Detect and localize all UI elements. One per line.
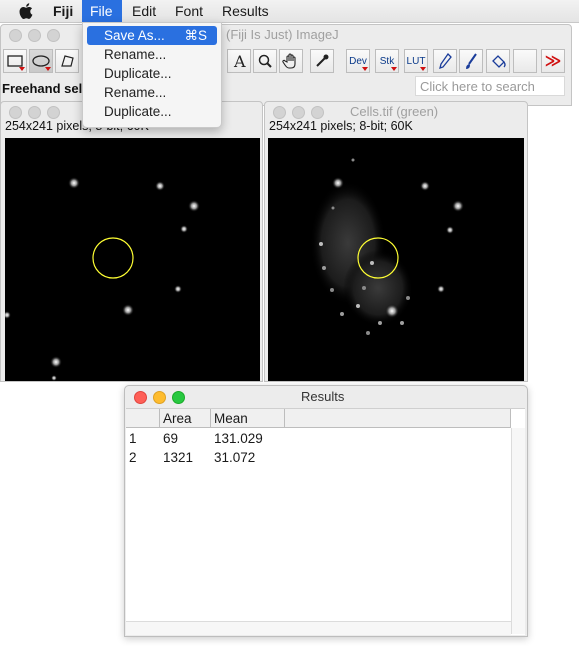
close-button[interactable] bbox=[273, 106, 286, 119]
minimize-button[interactable] bbox=[292, 106, 305, 119]
more-tools-button[interactable]: ≫ bbox=[541, 49, 565, 73]
selection-roi[interactable] bbox=[92, 237, 134, 279]
menu-item-rename[interactable]: Rename... bbox=[87, 83, 217, 102]
magnifier-icon bbox=[258, 54, 272, 68]
brush-tool-button[interactable] bbox=[459, 49, 483, 73]
mean-value: 131.029 bbox=[214, 431, 263, 446]
fiji-window-title: (Fiji Is Just) ImageJ bbox=[226, 27, 339, 42]
zoom-button[interactable] bbox=[47, 29, 60, 42]
results-table[interactable]: Area Mean 1 69 131.029 2 1321 31.072 bbox=[126, 408, 525, 635]
results-window-title: Results bbox=[301, 389, 345, 404]
eyedropper-icon bbox=[316, 54, 329, 67]
text-tool-icon: A bbox=[233, 53, 246, 69]
status-text: Freehand sele bbox=[2, 81, 90, 96]
vertical-scrollbar[interactable] bbox=[511, 428, 525, 634]
menu-bar: Fiji File Edit Font Results bbox=[0, 0, 579, 23]
image-window-left: 254x241 pixels; 8-bit; 60K bbox=[0, 101, 263, 382]
image-canvas[interactable] bbox=[268, 138, 524, 381]
minimize-button[interactable] bbox=[28, 29, 41, 42]
pencil-icon bbox=[439, 52, 452, 69]
zoom-tool-button[interactable] bbox=[253, 49, 277, 73]
flood-fill-button[interactable] bbox=[486, 49, 510, 73]
results-window: Results Area Mean 1 69 131.029 2 1321 31… bbox=[124, 385, 528, 637]
pencil-tool-button[interactable] bbox=[433, 49, 457, 73]
image-info: 254x241 pixels; 8-bit; 60K bbox=[269, 119, 413, 133]
horizontal-scrollbar[interactable] bbox=[126, 621, 511, 635]
close-button[interactable] bbox=[9, 106, 22, 119]
minimize-button[interactable] bbox=[28, 106, 41, 119]
empty-tool-slot[interactable] bbox=[513, 49, 537, 73]
search-input[interactable]: Click here to search bbox=[415, 76, 565, 96]
shortcut-label: ⌘S bbox=[184, 28, 207, 43]
scroll-tool-button[interactable] bbox=[279, 49, 303, 73]
dev-menu-button[interactable]: Dev bbox=[346, 49, 370, 73]
close-button[interactable] bbox=[134, 391, 147, 404]
row-index: 1 bbox=[129, 431, 137, 446]
menu-edit[interactable]: Edit bbox=[132, 0, 156, 22]
close-button[interactable] bbox=[9, 29, 22, 42]
menu-file[interactable]: File bbox=[82, 0, 122, 22]
menu-font[interactable]: Font bbox=[175, 0, 203, 22]
area-value: 1321 bbox=[163, 450, 194, 465]
zoom-button[interactable] bbox=[47, 106, 60, 119]
area-value: 69 bbox=[163, 431, 179, 446]
column-header-index[interactable] bbox=[126, 409, 160, 428]
menu-item-duplicate[interactable]: Duplicate... bbox=[87, 102, 217, 121]
fluorescence-image bbox=[310, 158, 464, 335]
image-window-right: Cells.tif (green) 254x241 pixels; 8-bit;… bbox=[264, 101, 528, 382]
apple-icon[interactable] bbox=[19, 0, 33, 22]
stk-menu-button[interactable]: Stk bbox=[375, 49, 399, 73]
column-header-mean[interactable]: Mean bbox=[211, 409, 285, 428]
row-index: 2 bbox=[129, 450, 137, 465]
text-tool-button[interactable]: A bbox=[227, 49, 251, 73]
polygon-icon bbox=[61, 55, 74, 67]
fluorescence-image bbox=[5, 177, 200, 381]
polygon-tool-button[interactable] bbox=[55, 49, 79, 73]
hand-icon bbox=[282, 53, 296, 69]
image-canvas[interactable] bbox=[5, 138, 260, 381]
minimize-button[interactable] bbox=[153, 391, 166, 404]
column-header-area[interactable]: Area bbox=[160, 409, 211, 428]
paint-bucket-icon bbox=[492, 55, 506, 68]
mean-value: 31.072 bbox=[214, 450, 256, 465]
app-menu-fiji[interactable]: Fiji bbox=[53, 0, 73, 22]
svg-text:A: A bbox=[233, 53, 246, 69]
zoom-button[interactable] bbox=[172, 391, 185, 404]
rectangle-icon bbox=[7, 55, 23, 67]
color-picker-button[interactable] bbox=[310, 49, 334, 73]
image-window-title: Cells.tif (green) bbox=[350, 104, 439, 119]
lut-menu-button[interactable]: LUT bbox=[404, 49, 428, 73]
menu-results[interactable]: Results bbox=[222, 0, 269, 22]
oval-tool-button[interactable] bbox=[29, 49, 53, 73]
column-header-empty bbox=[285, 409, 511, 428]
oval-icon bbox=[32, 55, 50, 67]
brush-icon bbox=[466, 53, 477, 69]
zoom-button[interactable] bbox=[311, 106, 324, 119]
file-dropdown-menu: Save As... ⌘S Rename... Duplicate... Ren… bbox=[82, 22, 222, 128]
menu-item-duplicate[interactable]: Duplicate... bbox=[87, 64, 217, 83]
menu-item-rename[interactable]: Rename... bbox=[87, 45, 217, 64]
menu-item-save-as[interactable]: Save As... ⌘S bbox=[87, 26, 217, 45]
rectangle-tool-button[interactable] bbox=[3, 49, 27, 73]
